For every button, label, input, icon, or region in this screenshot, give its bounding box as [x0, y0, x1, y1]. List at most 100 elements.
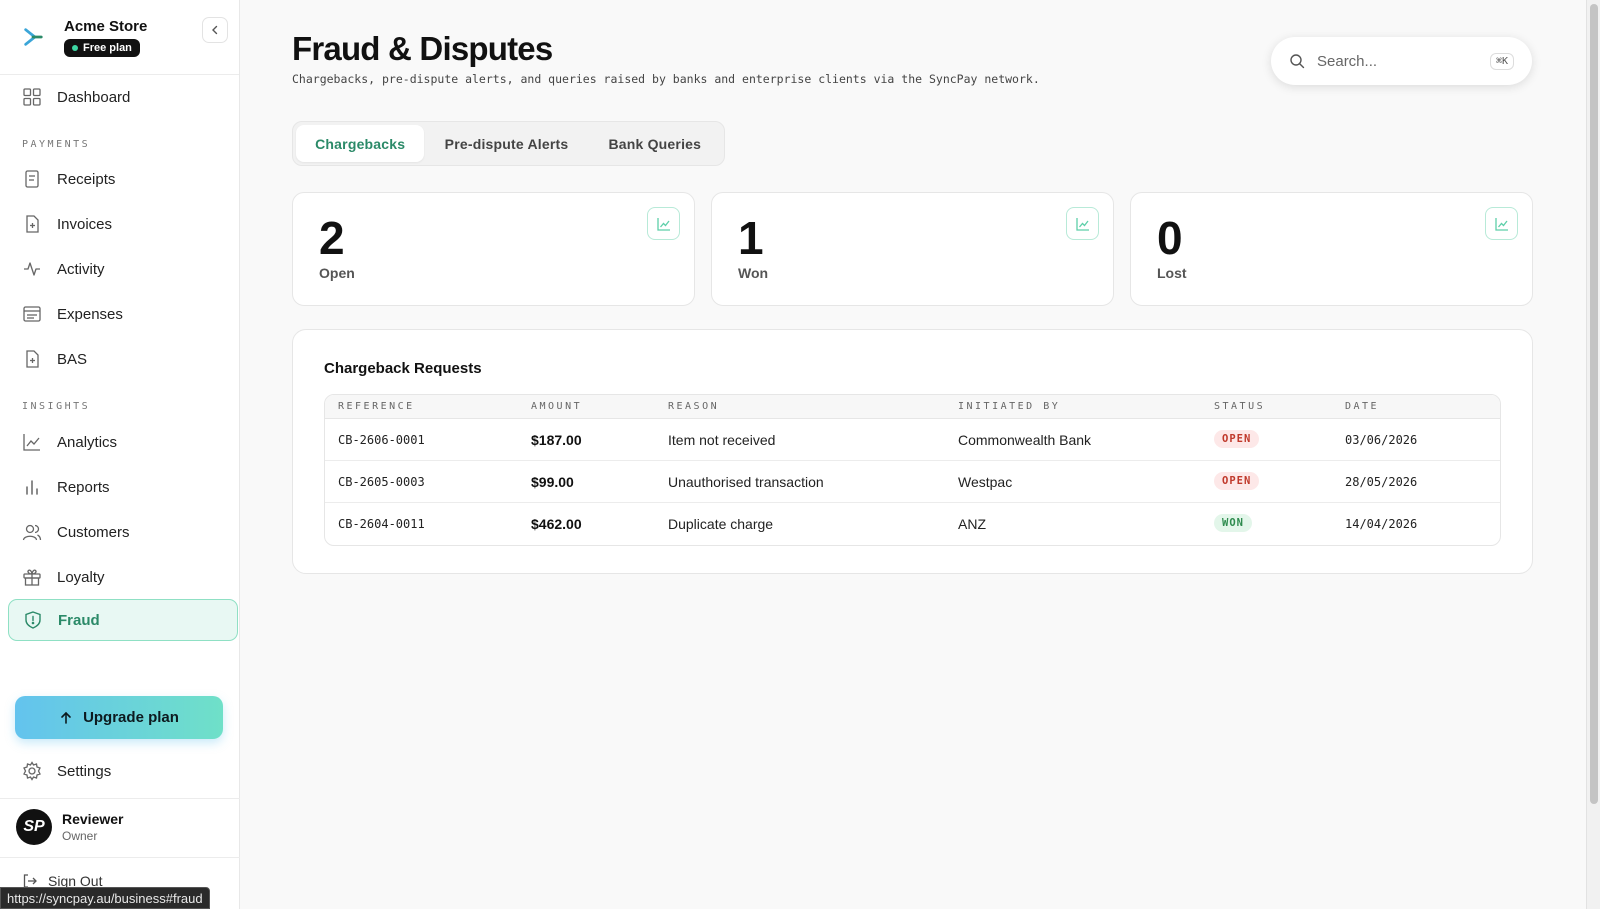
- sidebar-item-expenses[interactable]: Expenses: [8, 294, 238, 334]
- panel-title: Chargeback Requests: [324, 360, 482, 377]
- arrow-up-icon: [61, 711, 71, 724]
- sidebar-item-receipts[interactable]: Receipts: [8, 159, 238, 199]
- search-shortcut: ⌘K: [1489, 52, 1514, 70]
- sidebar-item-label: Settings: [57, 762, 112, 780]
- sidebar-item-label: Activity: [57, 260, 105, 278]
- sidebar-item-customers[interactable]: Customers: [8, 512, 238, 552]
- activity-icon: [24, 262, 40, 276]
- sidebar-item-label: BAS: [57, 350, 88, 368]
- sidebar-item-analytics[interactable]: Analytics: [8, 422, 238, 462]
- receipt-icon: [25, 170, 39, 188]
- sidebar-item-loyalty[interactable]: Loyalty: [8, 557, 238, 597]
- sidebar-item-settings[interactable]: Settings: [8, 751, 238, 791]
- cell-reason: Item not received: [668, 432, 776, 448]
- sidebar-item-bas[interactable]: BAS: [8, 339, 238, 379]
- chart-icon[interactable]: [1485, 207, 1518, 240]
- tab-bar: Chargebacks Pre-dispute Alerts Bank Quer…: [292, 121, 725, 166]
- sidebar-item-label: Fraud: [58, 611, 100, 629]
- stat-card-won: 1 Won: [711, 192, 1114, 306]
- search-input[interactable]: Search... ⌘K: [1271, 37, 1532, 85]
- section-label-insights: INSIGHTS: [22, 401, 91, 412]
- tab-bank-queries[interactable]: Bank Queries: [589, 125, 721, 162]
- cell-amount: $187.00: [531, 432, 582, 448]
- divider: [0, 798, 240, 799]
- status-badge: OPEN: [1214, 430, 1260, 448]
- avatar: SP: [16, 809, 52, 845]
- sidebar-item-reports[interactable]: Reports: [8, 467, 238, 507]
- plan-badge-label: Free plan: [83, 41, 132, 54]
- page-title: Fraud & Disputes: [292, 30, 553, 67]
- cell-reference: CB-2605-0003: [338, 475, 425, 489]
- scrollbar-thumb[interactable]: [1590, 4, 1598, 804]
- column-header-status: STATUS: [1214, 401, 1266, 412]
- upgrade-plan-button[interactable]: Upgrade plan: [15, 696, 223, 739]
- upgrade-plan-label: Upgrade plan: [83, 709, 179, 726]
- table-row[interactable]: CB-2605-0003 $99.00 Unauthorised transac…: [325, 461, 1500, 503]
- stat-value: 0: [1157, 212, 1183, 264]
- sidebar-item-dashboard[interactable]: Dashboard: [8, 77, 238, 117]
- cell-amount: $99.00: [531, 474, 574, 490]
- chargebacks-table: REFERENCE AMOUNT REASON INITIATED BY STA…: [324, 394, 1501, 546]
- grid-icon: [23, 88, 41, 106]
- sidebar-item-label: Dashboard: [57, 88, 131, 106]
- plan-dot-icon: [72, 44, 78, 51]
- column-header-reason: REASON: [668, 401, 720, 412]
- stat-label: Open: [319, 265, 355, 281]
- cell-amount: $462.00: [531, 516, 582, 532]
- cell-reference: CB-2606-0001: [338, 433, 425, 447]
- link-preview-url: https://syncpay.au/business#fraud: [0, 887, 210, 909]
- sidebar-item-label: Expenses: [57, 305, 123, 323]
- chart-icon[interactable]: [1066, 207, 1099, 240]
- cell-initiated-by: Commonwealth Bank: [958, 432, 1092, 448]
- sidebar-item-label: Analytics: [57, 433, 118, 451]
- users-icon: [22, 524, 42, 541]
- page-subtitle: Chargebacks, pre-dispute alerts, and que…: [292, 72, 1040, 86]
- cell-reference: CB-2604-0011: [338, 517, 425, 531]
- brand-header: Acme Store Free plan: [0, 0, 239, 75]
- cell-date: 14/04/2026: [1345, 517, 1418, 531]
- status-badge: OPEN: [1214, 472, 1260, 490]
- invoice-icon: [26, 215, 39, 233]
- column-header-initiated-by: INITIATED BY: [958, 401, 1061, 412]
- sidebar-item-label: Receipts: [57, 170, 116, 188]
- sidebar-item-activity[interactable]: Activity: [8, 249, 238, 289]
- brand-logo-icon: [24, 28, 43, 46]
- shield-icon: [25, 611, 41, 629]
- table-header: REFERENCE AMOUNT REASON INITIATED BY STA…: [325, 395, 1500, 419]
- user-role: Owner: [62, 829, 98, 843]
- sidebar-item-label: Loyalty: [57, 568, 105, 586]
- column-header-date: DATE: [1345, 401, 1380, 412]
- line-chart-icon: [23, 434, 40, 451]
- user-name: Reviewer: [62, 811, 124, 827]
- sidebar-item-label: Customers: [57, 523, 130, 541]
- scrollbar[interactable]: [1586, 0, 1600, 909]
- cell-reason: Duplicate charge: [668, 516, 774, 532]
- stat-value: 2: [319, 212, 345, 264]
- store-name: Acme Store: [64, 17, 148, 35]
- sidebar: Acme Store Free plan Dashboard PAYMENTS …: [0, 0, 240, 909]
- divider: [0, 857, 240, 858]
- bar-chart-icon: [26, 480, 38, 495]
- table-row[interactable]: CB-2606-0001 $187.00 Item not received C…: [325, 419, 1500, 461]
- tab-chargebacks[interactable]: Chargebacks: [296, 125, 425, 162]
- stat-card-open: 2 Open: [292, 192, 695, 306]
- sidebar-item-invoices[interactable]: Invoices: [8, 204, 238, 244]
- gift-icon: [23, 569, 41, 586]
- table-row[interactable]: CB-2604-0011 $462.00 Duplicate charge AN…: [325, 503, 1500, 545]
- sidebar-item-label: Reports: [57, 478, 110, 496]
- collapse-sidebar-button[interactable]: [202, 17, 228, 43]
- expenses-icon: [23, 306, 41, 322]
- user-profile[interactable]: SP Reviewer Owner: [16, 809, 123, 845]
- stat-label: Lost: [1157, 265, 1187, 281]
- chevron-left-icon: [212, 25, 218, 35]
- stat-card-lost: 0 Lost: [1130, 192, 1533, 306]
- cell-date: 28/05/2026: [1345, 475, 1418, 489]
- tab-pre-dispute-alerts[interactable]: Pre-dispute Alerts: [424, 125, 588, 162]
- plan-badge: Free plan: [64, 38, 140, 57]
- gear-icon: [23, 761, 41, 781]
- sidebar-item-fraud[interactable]: Fraud: [8, 599, 238, 641]
- chart-icon[interactable]: [647, 207, 680, 240]
- chargeback-requests-panel: Chargeback Requests REFERENCE AMOUNT REA…: [292, 329, 1533, 574]
- column-header-reference: REFERENCE: [338, 401, 415, 412]
- sidebar-item-label: Invoices: [57, 215, 113, 233]
